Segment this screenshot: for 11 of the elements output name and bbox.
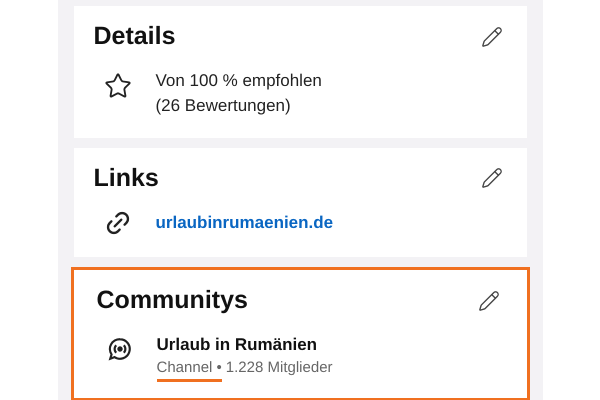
website-link[interactable]: urlaubinrumaenien.de: [156, 210, 334, 236]
section-title: Details: [94, 21, 176, 52]
star-icon: [104, 72, 132, 100]
section-title: Communitys: [96, 285, 248, 316]
rating-text: Von 100 % empfohlen: [156, 70, 322, 92]
member-count: 1.228 Mitglieder: [226, 358, 333, 378]
chat-bubble-icon: [106, 336, 132, 362]
rating-text: (26 Bewertungen): [156, 94, 292, 116]
section-title: Links: [94, 162, 159, 194]
community-type: Channel •: [156, 356, 222, 382]
community-name[interactable]: Urlaub in Rumänien: [156, 332, 333, 356]
